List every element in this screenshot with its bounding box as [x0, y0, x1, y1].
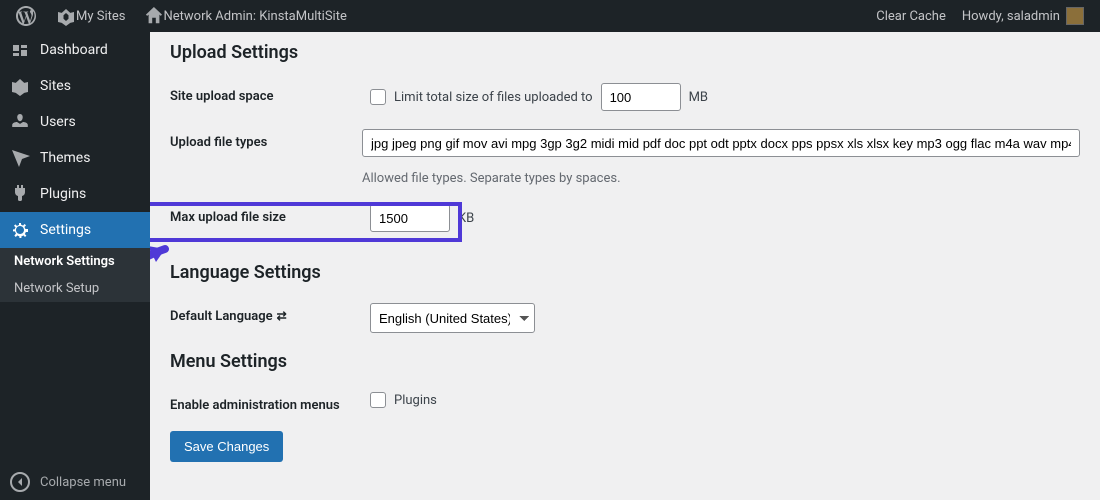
- my-sites-label: My Sites: [76, 9, 125, 24]
- admin-sidebar: Dashboard Sites Users Themes Plugins Set…: [0, 32, 150, 500]
- upload-file-types-desc: Allowed file types. Separate types by sp…: [362, 171, 621, 186]
- limit-total-unit: MB: [689, 90, 708, 105]
- upload-file-types-row: Upload file types Allowed file types. Se…: [170, 129, 1080, 186]
- enable-admin-menus-label: Enable administration menus: [170, 392, 370, 413]
- limit-total-checkbox[interactable]: [370, 89, 386, 105]
- sidebar-sub-network-setup[interactable]: Network Setup: [0, 275, 150, 302]
- site-upload-space-row: Site upload space Limit total size of fi…: [170, 83, 1080, 111]
- admin-multisite-icon: [56, 6, 76, 26]
- collapse-icon: [10, 472, 30, 492]
- sidebar-item-settings[interactable]: Settings: [0, 212, 150, 248]
- max-upload-size-label: Max upload file size: [170, 204, 370, 225]
- limit-total-text: Limit total size of files uploaded to: [394, 90, 593, 105]
- default-language-select[interactable]: English (United States): [370, 303, 535, 333]
- sites-icon: [10, 76, 30, 96]
- themes-icon: [10, 148, 30, 168]
- dashboard-icon: [10, 40, 30, 60]
- users-icon: [10, 112, 30, 132]
- save-changes-button[interactable]: Save Changes: [170, 431, 283, 462]
- limit-total-input[interactable]: [601, 83, 681, 111]
- avatar: [1066, 7, 1084, 25]
- translate-icon: ⇄: [277, 309, 287, 323]
- home-icon: [145, 7, 163, 25]
- settings-icon: [10, 220, 30, 240]
- plugins-menu-checkbox[interactable]: [370, 392, 386, 408]
- sidebar-item-plugins[interactable]: Plugins: [0, 176, 150, 212]
- wordpress-icon: [16, 6, 36, 26]
- network-admin-link[interactable]: Network Admin: KinstaMultiSite: [137, 0, 354, 32]
- max-upload-size-input[interactable]: [370, 204, 450, 232]
- language-settings-heading: Language Settings: [170, 262, 1080, 283]
- network-admin-label: Network Admin: KinstaMultiSite: [163, 9, 346, 24]
- settings-submenu: Network Settings Network Setup: [0, 248, 150, 302]
- plugins-menu-option: Plugins: [394, 393, 437, 408]
- my-sites-menu[interactable]: My Sites: [48, 0, 133, 32]
- clear-cache-link[interactable]: Clear Cache: [868, 0, 954, 32]
- collapse-menu[interactable]: Collapse menu: [0, 464, 150, 500]
- annotation-arrow: [150, 244, 170, 314]
- plugins-icon: [10, 184, 30, 204]
- sidebar-item-dashboard[interactable]: Dashboard: [0, 32, 150, 68]
- sidebar-item-themes[interactable]: Themes: [0, 140, 150, 176]
- sidebar-item-sites[interactable]: Sites: [0, 68, 150, 104]
- wp-logo-menu[interactable]: [8, 0, 44, 32]
- max-upload-size-unit: KB: [458, 211, 474, 226]
- sidebar-item-users[interactable]: Users: [0, 104, 150, 140]
- enable-admin-menus-row: Enable administration menus Plugins: [170, 392, 1080, 413]
- upload-file-types-label: Upload file types: [170, 129, 362, 150]
- max-upload-size-row: Max upload file size KB: [170, 204, 1080, 232]
- admin-toolbar: My Sites Network Admin: KinstaMultiSite …: [0, 0, 1100, 32]
- howdy-text: Howdy, saladmin: [962, 9, 1060, 24]
- upload-file-types-input[interactable]: [362, 129, 1080, 157]
- default-language-label: Default Language⇄: [170, 303, 370, 324]
- default-language-row: Default Language⇄ English (United States…: [170, 303, 1080, 333]
- sidebar-sub-network-settings[interactable]: Network Settings: [0, 248, 150, 275]
- menu-settings-heading: Menu Settings: [170, 351, 1080, 372]
- upload-settings-heading: Upload Settings: [170, 42, 1080, 63]
- content-area: Upload Settings Site upload space Limit …: [150, 32, 1100, 500]
- site-upload-space-label: Site upload space: [170, 83, 370, 104]
- howdy-account[interactable]: Howdy, saladmin: [954, 0, 1092, 32]
